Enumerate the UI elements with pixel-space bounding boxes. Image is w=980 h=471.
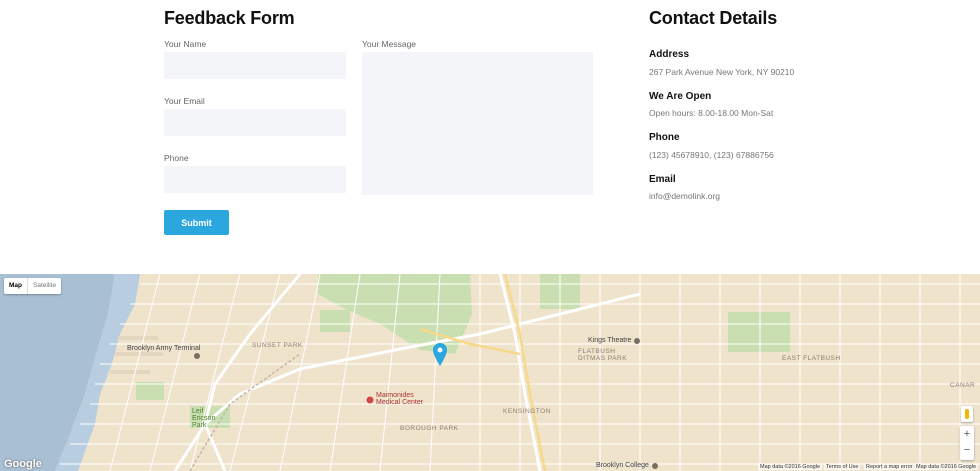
phone-value: (123) 45678910, (123) 67886756: [649, 150, 774, 160]
name-field[interactable]: [164, 52, 346, 79]
map-label-borough-park: BOROUGH PARK: [400, 425, 459, 432]
zoom-control[interactable]: + −: [960, 426, 974, 460]
email-title: Email: [649, 174, 676, 185]
address-value: 267 Park Avenue New York, NY 90210: [649, 67, 795, 77]
zoom-in-button[interactable]: +: [960, 426, 974, 442]
phone-field[interactable]: [164, 166, 346, 193]
address-title: Address: [649, 49, 690, 60]
name-label: Your Name: [164, 39, 207, 49]
terms-of-use-link[interactable]: Terms of Use: [824, 464, 861, 470]
map-label-east-flatbush: EAST FLATBUSH: [782, 355, 841, 362]
map[interactable]: [0, 274, 980, 471]
map-data-attribution: Map data ©2016 Google: [758, 464, 823, 470]
street-view-pegman-icon[interactable]: [961, 406, 973, 422]
map-data-attribution-2: Map data ©2016 Google: [914, 464, 979, 470]
phone-title: Phone: [649, 132, 680, 143]
open-hours-title: We Are Open: [649, 91, 712, 102]
map-label-kings-theatre: Kings Theatre: [588, 337, 632, 344]
map-label-flatbush: FLATBUSH DITMAS PARK: [578, 348, 628, 362]
email-field[interactable]: [164, 109, 346, 136]
map-label-sunset-park: SUNSET PARK: [252, 342, 303, 349]
submit-button[interactable]: Submit: [164, 210, 229, 235]
email-value[interactable]: info@demolink.org: [649, 191, 720, 201]
email-label: Your Email: [164, 96, 205, 106]
map-type-toggle[interactable]: Map Satellite: [4, 278, 62, 294]
map-canvas: [0, 274, 980, 471]
phone-label: Phone: [164, 153, 189, 163]
google-logo[interactable]: Google: [4, 458, 42, 470]
feedback-form-title: Feedback Form: [164, 8, 295, 28]
open-hours-value: Open hours: 8.00-18.00 Mon-Sat: [649, 108, 774, 118]
contact-details-title: Contact Details: [649, 8, 778, 28]
map-label-canarsie: CANAR: [950, 382, 976, 389]
map-label-leif-ericson: Leif Ericson Park: [192, 408, 216, 429]
zoom-out-button[interactable]: −: [960, 442, 974, 458]
message-label: Your Message: [362, 39, 417, 49]
map-label-kensington: KENSINGTON: [503, 408, 551, 415]
map-toggle-option[interactable]: Map: [4, 278, 27, 294]
message-textarea[interactable]: [362, 52, 593, 195]
map-label-army-terminal: Brooklyn Army Terminal: [127, 345, 201, 352]
satellite-toggle-option[interactable]: Satellite: [27, 278, 61, 294]
map-label-maimonides: Maimonides Medical Center: [376, 392, 424, 406]
report-map-error-link[interactable]: Report a map error: [864, 464, 915, 470]
map-label-brooklyn-college: Brooklyn College: [596, 462, 649, 469]
